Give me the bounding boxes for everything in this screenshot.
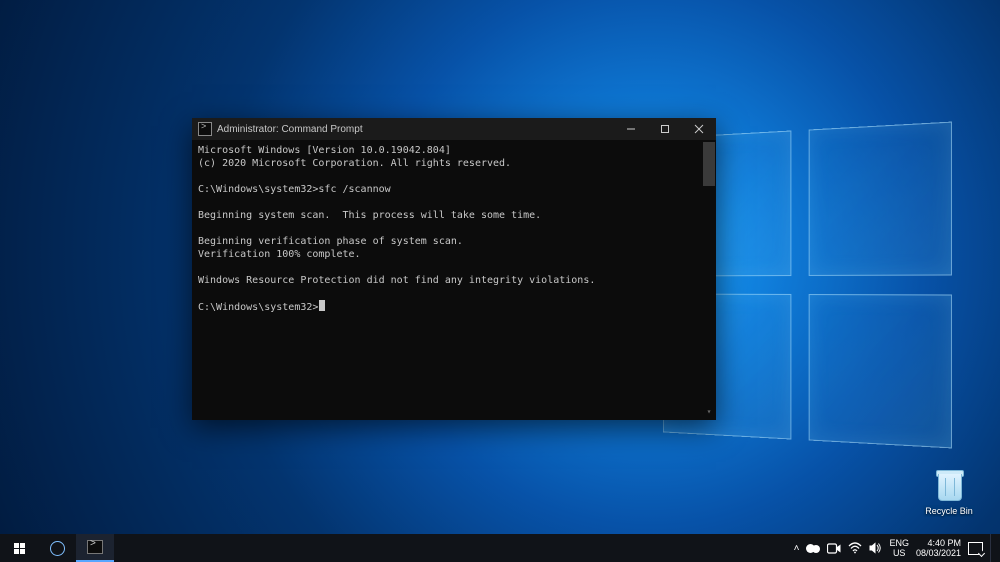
notification-icon <box>968 542 983 555</box>
taskbar[interactable]: ˄ ENG US 4:40 PM 08/03/2021 <box>0 534 1000 562</box>
cortana-icon <box>50 541 65 556</box>
start-button[interactable] <box>0 534 38 562</box>
close-button[interactable] <box>682 118 716 140</box>
tray-volume[interactable] <box>869 534 882 562</box>
lang-primary: ENG <box>889 538 909 548</box>
titlebar[interactable]: Administrator: Command Prompt <box>192 118 716 140</box>
chevron-up-icon: ˄ <box>794 543 800 554</box>
tray-onedrive[interactable] <box>806 534 820 562</box>
maximize-button[interactable] <box>648 118 682 140</box>
recycle-bin-label: Recycle Bin <box>923 505 975 517</box>
cmd-icon <box>87 540 103 554</box>
command-prompt-window[interactable]: Administrator: Command Prompt Microsoft … <box>192 118 716 420</box>
cursor <box>319 300 325 311</box>
lang-secondary: US <box>889 548 909 558</box>
scrollbar[interactable]: ▾ <box>703 142 715 418</box>
chevron-down-icon[interactable]: ▾ <box>703 406 715 418</box>
cortana-button[interactable] <box>38 534 76 562</box>
trash-icon <box>932 468 966 502</box>
time: 4:40 PM <box>916 538 961 548</box>
language-indicator[interactable]: ENG US <box>889 534 909 562</box>
minimize-button[interactable] <box>614 118 648 140</box>
tray-network[interactable] <box>848 534 862 562</box>
tray-overflow[interactable]: ˄ <box>794 534 800 562</box>
window-title: Administrator: Command Prompt <box>217 124 363 135</box>
tray-meetnow[interactable] <box>827 534 841 562</box>
windows-icon <box>14 543 25 554</box>
cmd-icon <box>198 122 212 136</box>
terminal-output[interactable]: Microsoft Windows [Version 10.0.19042.80… <box>192 140 716 420</box>
clock[interactable]: 4:40 PM 08/03/2021 <box>916 534 961 562</box>
task-cmd[interactable] <box>76 534 114 562</box>
recycle-bin-icon[interactable]: Recycle Bin <box>918 468 980 517</box>
date: 08/03/2021 <box>916 548 961 558</box>
prompt: C:\Windows\system32> <box>198 302 318 313</box>
meet-now-icon <box>827 543 841 554</box>
volume-icon <box>869 542 882 554</box>
onedrive-icon <box>806 544 820 553</box>
scrollbar-thumb[interactable] <box>703 142 715 186</box>
wifi-icon <box>848 542 862 554</box>
action-center-button[interactable] <box>968 534 983 562</box>
show-desktop-button[interactable] <box>990 534 996 562</box>
desktop[interactable]: Recycle Bin Administrator: Command Promp… <box>0 0 1000 562</box>
